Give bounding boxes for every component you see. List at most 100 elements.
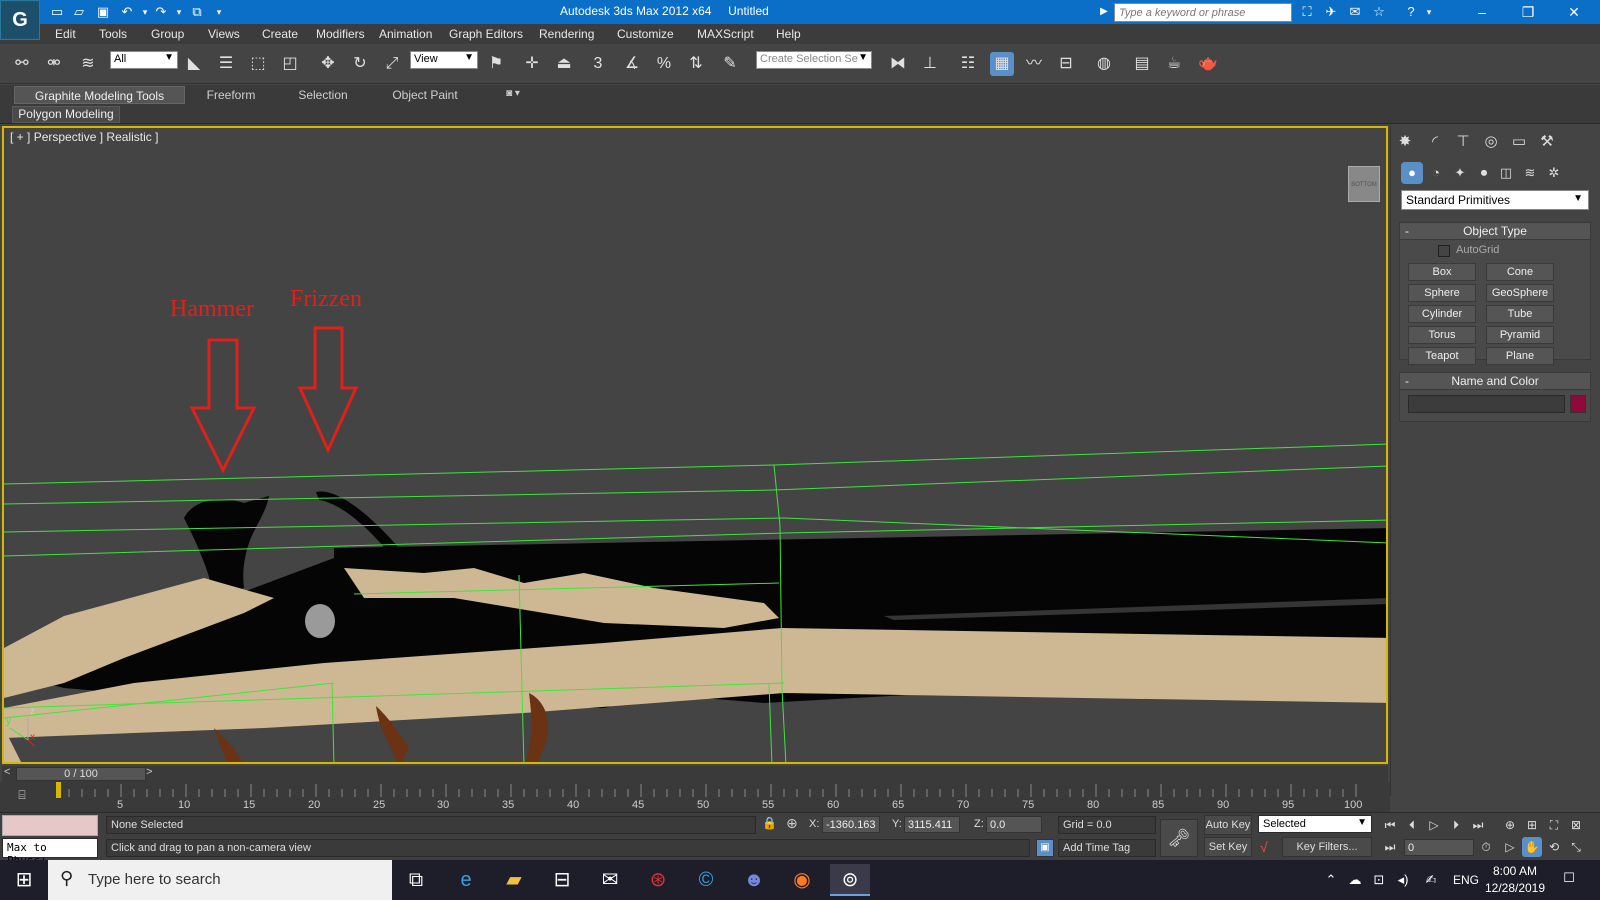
set-key-button[interactable]: Set Key [1204, 837, 1252, 857]
communication-center-icon[interactable]: ✉ [1346, 3, 1364, 21]
teapot-button[interactable]: Teapot [1408, 347, 1476, 365]
menu-maxscript[interactable]: MAXScript [697, 27, 754, 41]
key-mode-select[interactable]: Selected ▼ [1258, 815, 1372, 833]
tube-button[interactable]: Tube [1486, 305, 1554, 323]
firefox-icon[interactable]: ◉ [782, 864, 822, 896]
key-mode-toggle-icon[interactable]: ⏭ [1380, 837, 1400, 857]
subscription-center-icon[interactable]: ✈ [1322, 3, 1340, 21]
geosphere-button[interactable]: GeoSphere [1486, 284, 1554, 302]
save-icon[interactable]: ▣ [94, 3, 112, 21]
spinner-snap-icon[interactable]: ⇅ [684, 52, 708, 76]
default-tangents-icon[interactable]: √ [1260, 839, 1268, 855]
layer-manager-icon[interactable]: ☷ [956, 52, 980, 76]
go-to-start-icon[interactable]: ⏮ [1380, 815, 1400, 835]
selection-lock-icon[interactable]: 🔒 [762, 816, 777, 830]
edit-named-selection-icon[interactable]: ✎ [718, 52, 742, 76]
open-mini-curve-editor-icon[interactable]: ⌸ [12, 788, 32, 806]
next-frame-icon[interactable]: ⏵ [1446, 815, 1466, 835]
keyboard-shortcut-override-icon[interactable]: ⏏ [552, 52, 576, 76]
utilities-tab-icon[interactable]: ⚒ [1535, 130, 1559, 154]
menu-tools[interactable]: Tools [99, 27, 127, 41]
undo-icon[interactable]: ↶ [118, 3, 136, 21]
reference-coordinate-select[interactable]: View ▼ [410, 51, 478, 69]
x-coordinate-input[interactable]: -1360.163 [822, 816, 880, 833]
percent-snap-icon[interactable]: % [652, 52, 676, 76]
3ds-max-taskbar-icon[interactable]: ⊚ [830, 864, 870, 896]
select-and-scale-icon[interactable]: ⤢ [380, 52, 404, 76]
search-expand-icon[interactable]: ▶ [1095, 3, 1113, 21]
frame-counter[interactable]: 0 / 100 [16, 767, 146, 781]
close-button[interactable]: ✕ [1552, 0, 1596, 24]
clock[interactable]: 8:00 AM 12/28/2019 [1480, 863, 1550, 897]
tab-object-paint[interactable]: Object Paint [384, 86, 466, 104]
volume-icon[interactable]: ◂) [1394, 870, 1412, 890]
pan-view-icon[interactable]: ✋ [1522, 837, 1542, 857]
curve-editor-icon[interactable]: 〰 [1022, 52, 1046, 76]
maximize-button[interactable]: ❐ [1506, 0, 1550, 24]
zoom-extents-all-icon[interactable]: ⊠ [1566, 815, 1586, 835]
snaps-toggle-icon[interactable]: 3 [586, 52, 610, 76]
file-explorer-icon[interactable]: ▰ [494, 864, 534, 896]
key-filters-button[interactable]: Key Filters... [1282, 837, 1372, 857]
time-slider[interactable]: < 0 / 100 > [2, 766, 1388, 782]
zoom-extents-icon[interactable]: ⛶ [1544, 815, 1564, 835]
selection-filter-select[interactable]: All ▼ [110, 51, 178, 69]
rectangular-selection-icon[interactable]: ⬚ [246, 52, 270, 76]
time-slider-prev[interactable]: < [4, 766, 10, 778]
time-configuration-icon[interactable]: ⏱ [1476, 837, 1496, 857]
binoculars-icon[interactable]: ⛶ [1298, 3, 1316, 21]
display-tab-icon[interactable]: ▭ [1507, 130, 1531, 154]
pivot-point-icon[interactable]: ⚑ [484, 52, 508, 76]
render-setup-icon[interactable]: ▤ [1130, 52, 1154, 76]
object-color-swatch[interactable] [1570, 395, 1586, 413]
y-coordinate-input[interactable]: 3115.411 [904, 816, 960, 833]
material-editor-icon[interactable]: ◍ [1092, 52, 1116, 76]
redo-dropdown-icon[interactable]: ▾ [170, 3, 188, 21]
polygon-modeling-panel[interactable]: Polygon Modeling [12, 106, 120, 123]
cameras-icon[interactable]: ⏺ [1473, 162, 1495, 184]
redo-icon[interactable]: ↷ [152, 3, 170, 21]
modify-tab-icon[interactable]: ◜ [1423, 130, 1447, 154]
menu-customize[interactable]: Customize [617, 27, 674, 41]
perspective-viewport[interactable]: [ + ] Perspective ] Realistic ] Hammer F… [2, 126, 1388, 764]
autogrid-checkbox[interactable] [1438, 245, 1450, 257]
project-folder-icon[interactable]: ⧉ [188, 3, 206, 21]
task-view-icon[interactable]: ⧉ [396, 864, 436, 896]
network-icon[interactable]: ⊡ [1370, 870, 1388, 890]
language-indicator[interactable]: ENG [1452, 870, 1480, 890]
schematic-view-icon[interactable]: ⊟ [1054, 52, 1078, 76]
ribbon-options-icon[interactable]: ◙ ▾ [498, 86, 528, 104]
angle-snap-icon[interactable]: ∡ [620, 52, 644, 76]
plane-button[interactable]: Plane [1486, 347, 1554, 365]
quick-access-dropdown-icon[interactable]: ▾ [210, 3, 228, 21]
favorites-star-icon[interactable]: ☆ [1370, 3, 1388, 21]
maximize-viewport-icon[interactable]: ⤡ [1566, 837, 1586, 857]
cone-button[interactable]: Cone [1486, 263, 1554, 281]
z-coordinate-input[interactable]: 0.0 [986, 816, 1042, 833]
keyword-search-input[interactable]: Type a keyword or phrase [1114, 3, 1292, 22]
menu-create[interactable]: Create [262, 27, 298, 41]
menu-views[interactable]: Views [208, 27, 240, 41]
select-and-link-icon[interactable]: ⚯ [10, 52, 34, 76]
select-and-rotate-icon[interactable]: ↻ [348, 52, 372, 76]
align-icon[interactable]: ⊥ [918, 52, 942, 76]
hierarchy-tab-icon[interactable]: ⊤ [1451, 130, 1475, 154]
app-c-icon[interactable]: © [686, 864, 726, 896]
orbit-icon[interactable]: ⟲ [1544, 837, 1564, 857]
field-of-view-icon[interactable]: ▷ [1500, 837, 1520, 857]
pyramid-button[interactable]: Pyramid [1486, 326, 1554, 344]
motion-tab-icon[interactable]: ◎ [1479, 130, 1503, 154]
menu-graph-editors[interactable]: Graph Editors [449, 27, 523, 41]
maxscript-listener-input[interactable]: Max to Physc: [2, 838, 98, 867]
sphere-button[interactable]: Sphere [1408, 284, 1476, 302]
menu-help[interactable]: Help [776, 27, 801, 41]
primitive-type-select[interactable]: Standard Primitives ▼ [1401, 190, 1589, 210]
zoom-all-icon[interactable]: ⊞ [1522, 815, 1542, 835]
set-keys-key-icon[interactable]: 🗝 [1160, 819, 1198, 857]
previous-frame-icon[interactable]: ⏴ [1402, 815, 1422, 835]
help-icon[interactable]: ? [1402, 3, 1420, 21]
menu-edit[interactable]: Edit [55, 27, 76, 41]
maxscript-listener-top[interactable] [2, 815, 98, 836]
time-slider-next[interactable]: > [146, 766, 152, 778]
select-by-name-icon[interactable]: ☰ [214, 52, 238, 76]
